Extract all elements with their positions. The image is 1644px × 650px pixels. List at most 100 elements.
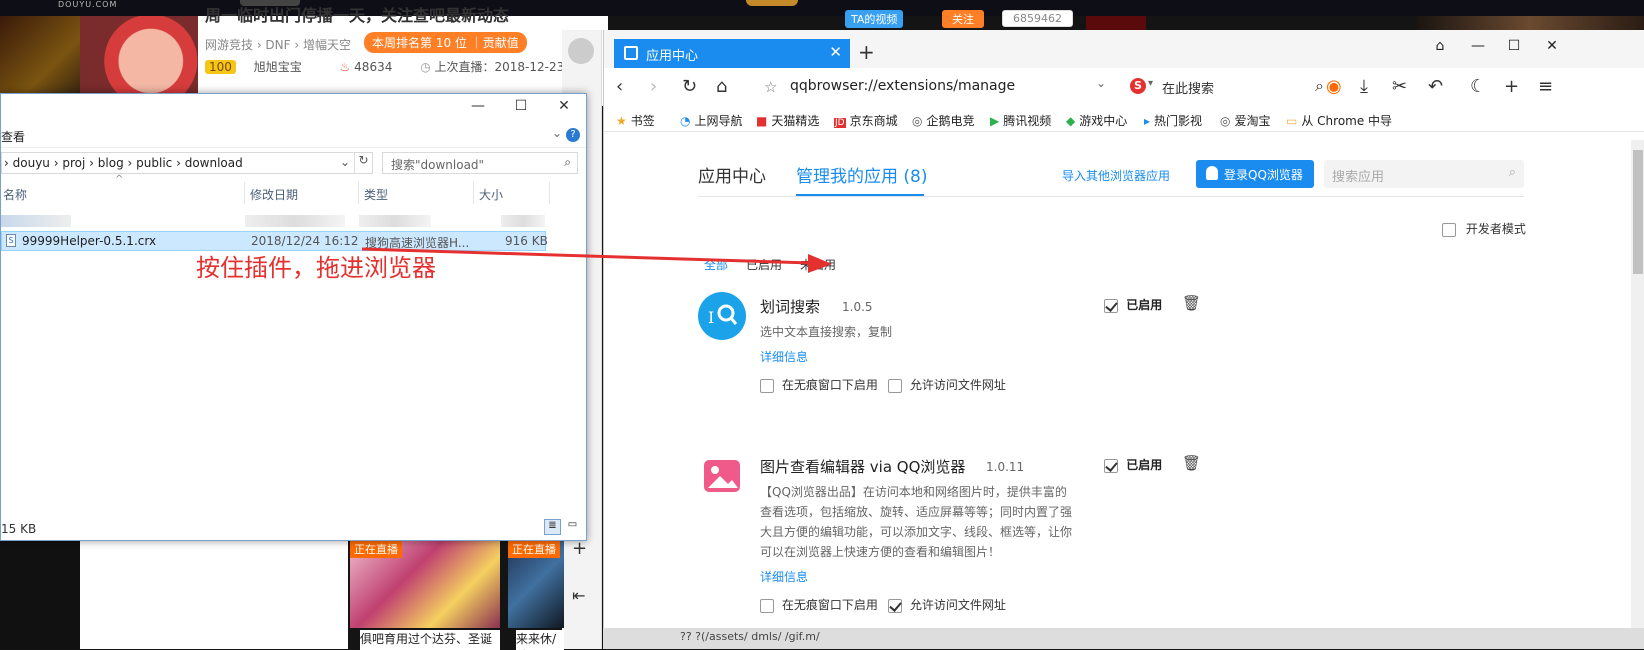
search-input[interactable]: 搜索"download" ⌕ — [382, 152, 578, 174]
column-name[interactable]: 名称 — [3, 186, 27, 203]
download-icon[interactable]: ⤓ — [1360, 76, 1368, 97]
column-divider[interactable] — [473, 182, 474, 204]
search-input[interactable]: 在此搜索 — [1162, 78, 1214, 97]
column-date[interactable]: 修改日期 — [250, 186, 298, 203]
ribbon-view-tab[interactable]: 查看 — [1, 128, 25, 145]
shirt-icon[interactable]: ⌂ — [1426, 38, 1454, 54]
file-access-option[interactable]: 允许访问文件网址 — [888, 376, 1006, 393]
breadcrumb-item[interactable]: public — [136, 156, 172, 170]
thumbnail-caption[interactable]: 来来休/幼 — [516, 630, 564, 650]
plus-icon[interactable]: + — [1504, 76, 1519, 97]
breadcrumb-item[interactable]: download — [185, 156, 243, 170]
home-icon[interactable]: ⌂ — [716, 76, 727, 97]
follow-button[interactable]: 关注 — [942, 10, 984, 28]
trash-icon[interactable]: 🗑 — [1182, 294, 1201, 312]
menu-icon[interactable]: ≡ — [1538, 76, 1553, 97]
nav-app-center[interactable]: 应用中心 — [698, 162, 766, 187]
file-access-checkbox[interactable] — [888, 598, 902, 613]
bookmark-item[interactable]: ◆ 游戏中心 — [1066, 112, 1127, 129]
enabled-checkbox[interactable] — [1104, 458, 1118, 473]
back-icon[interactable]: ‹ — [616, 76, 623, 97]
stream-breadcrumb[interactable]: 网游竞技 › DNF › 增幅天空 — [205, 36, 351, 53]
login-button[interactable]: 登录QQ浏览器 — [1196, 160, 1314, 188]
new-tab-button[interactable]: + — [858, 40, 875, 64]
add-icon[interactable]: + — [572, 538, 587, 559]
user-avatar-icon[interactable] — [568, 38, 594, 64]
details-view-icon[interactable]: ≣ — [544, 519, 561, 535]
incognito-option[interactable]: 在无痕窗口下启用 — [760, 596, 878, 613]
close-button[interactable]: ✕ — [1538, 38, 1566, 54]
filter-all[interactable]: 全部 — [704, 256, 728, 273]
maximize-button[interactable]: ☐ — [1500, 38, 1528, 54]
bookmark-item[interactable]: ◎ 爱淘宝 — [1220, 112, 1271, 129]
chevron-down-icon[interactable]: ⌄ — [340, 155, 350, 169]
scissors-icon[interactable]: ✂ — [1392, 76, 1407, 97]
breadcrumb-item[interactable]: blog — [98, 156, 124, 170]
bookmark-item[interactable]: ◎ 企鹅电竞 — [912, 112, 975, 129]
chevron-down-icon[interactable]: ⌄ — [1096, 76, 1106, 90]
bookmark-item[interactable]: ▭ 从 Chrome 中导 — [1286, 112, 1392, 129]
file-access-option[interactable]: 允许访问文件网址 — [888, 596, 1006, 613]
rank-badge[interactable]: 本周排名第 10 位 ｜贡献值 — [364, 32, 527, 53]
bookmark-item[interactable]: ▸ 热门影视 — [1144, 112, 1202, 129]
nav-manage-apps[interactable]: 管理我的应用 (8) — [796, 162, 927, 187]
address-bar[interactable]: › douyu › proj › blog › public › downloa… — [1, 152, 373, 174]
app-search-input[interactable]: 搜索应用 ⌕ — [1324, 160, 1524, 188]
close-tab-icon[interactable]: ✕ — [829, 43, 842, 61]
import-apps-link[interactable]: 导入其他浏览器应用 — [1062, 167, 1170, 184]
chevron-down-icon[interactable]: ▾ — [1148, 78, 1153, 89]
enabled-checkbox[interactable] — [1104, 298, 1118, 313]
search-icon[interactable]: ⌕ — [1315, 76, 1324, 96]
breadcrumb-item[interactable]: douyu — [13, 156, 50, 170]
column-divider[interactable] — [244, 182, 245, 204]
explorer-titlebar[interactable]: — ☐ ✕ — [1, 94, 586, 122]
details-link[interactable]: 详细信息 — [760, 348, 808, 365]
tiles-view-icon[interactable]: ▭ — [564, 519, 581, 535]
incognito-checkbox[interactable] — [760, 598, 774, 613]
filter-disabled[interactable]: 未启用 — [800, 256, 836, 273]
refresh-icon[interactable]: ↻ — [682, 76, 697, 97]
file-access-checkbox[interactable] — [888, 378, 902, 393]
url-bar[interactable]: qqbrowser://extensions/manage — [790, 78, 1015, 94]
bookmark-item[interactable]: ■ 天猫精选 — [756, 112, 819, 129]
breadcrumb-item[interactable]: proj — [62, 156, 85, 170]
dev-mode-toggle[interactable]: 开发者模式 — [1442, 220, 1526, 237]
bookmark-item[interactable]: ★ 书签 — [616, 112, 655, 129]
column-divider[interactable] — [549, 182, 550, 204]
search-icon[interactable]: ⌕ — [564, 155, 571, 170]
help-icon[interactable]: ? — [566, 128, 580, 142]
filter-enabled[interactable]: 已启用 — [746, 256, 782, 273]
refresh-icon[interactable]: ↻ — [354, 153, 372, 173]
search-box[interactable]: S ▾ 在此搜索 ⌕ — [1128, 76, 1324, 100]
minimize-button[interactable]: — — [463, 98, 493, 118]
live-thumbnail[interactable]: 正在直播 — [508, 538, 564, 628]
star-icon[interactable]: ☆ — [764, 78, 777, 96]
douyu-logo[interactable]: DOUYU.COM — [58, 0, 117, 9]
video-button[interactable]: TA的视频 — [845, 10, 904, 28]
bookmark-item[interactable]: ◔ 上网导航 — [680, 112, 743, 129]
live-thumbnail[interactable]: 正在直播 — [350, 538, 500, 628]
maximize-button[interactable]: ☐ — [506, 98, 536, 118]
enabled-toggle[interactable]: 已启用 — [1104, 456, 1162, 473]
chevron-down-icon[interactable]: ⌄ — [552, 126, 562, 140]
moon-icon[interactable]: ☾ — [1470, 76, 1486, 97]
column-type[interactable]: 类型 — [364, 186, 388, 203]
bookmark-item[interactable]: JD 京东商城 — [834, 112, 898, 129]
enabled-toggle[interactable]: 已启用 — [1104, 296, 1162, 313]
scrollbar[interactable] — [1631, 140, 1644, 628]
incognito-option[interactable]: 在无痕窗口下启用 — [760, 376, 878, 393]
bookmark-item[interactable]: ▶ 腾讯视频 — [990, 112, 1051, 129]
streamer-name[interactable]: 旭旭宝宝 — [254, 60, 302, 74]
sogou-icon[interactable]: S — [1130, 78, 1146, 94]
collapse-icon[interactable]: ⇤ — [572, 586, 585, 605]
douyu-top-promo[interactable] — [746, 0, 798, 6]
column-size[interactable]: 大小 — [479, 186, 503, 203]
thumbnail-caption[interactable]: 俱吧育用过个达芬、圣诞 — [360, 630, 500, 650]
tab-app-center[interactable]: 应用中心 ✕ — [614, 39, 850, 68]
undo-icon[interactable]: ↶ — [1428, 76, 1443, 97]
column-divider[interactable] — [358, 182, 359, 204]
dev-mode-checkbox[interactable] — [1442, 222, 1456, 237]
details-link[interactable]: 详细信息 — [760, 568, 808, 585]
incognito-checkbox[interactable] — [760, 378, 774, 393]
trash-icon[interactable]: 🗑 — [1182, 454, 1201, 472]
